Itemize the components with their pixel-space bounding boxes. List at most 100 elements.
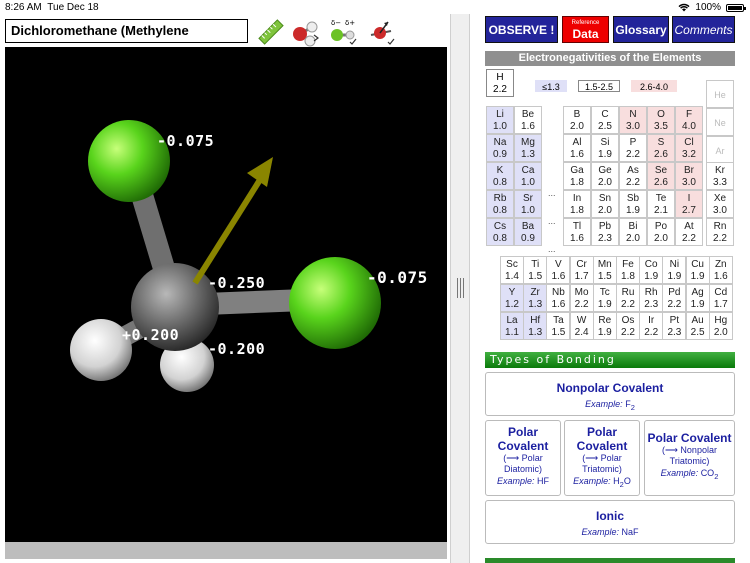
element-cell[interactable]: Kr 3.3 <box>706 162 734 190</box>
element-cell[interactable]: Ta 1.5 <box>546 312 571 340</box>
element-cell[interactable]: Zr 1.3 <box>523 284 548 312</box>
element-cell[interactable]: Si 1.9 <box>591 134 619 162</box>
element-cell[interactable]: Mo 2.2 <box>569 284 594 312</box>
element-cell[interactable]: Fe 1.8 <box>616 256 640 284</box>
element-cell[interactable]: Sn 2.0 <box>591 190 619 218</box>
element-cell[interactable]: Rb 0.8 <box>486 190 514 218</box>
element-cell[interactable]: Br 3.0 <box>675 162 703 190</box>
element-cell[interactable]: Pt 2.3 <box>662 312 687 340</box>
delta-plus-label: δ+ <box>345 19 355 27</box>
ionic-card[interactable]: Ionic Example: NaF <box>485 500 735 544</box>
element-cell[interactable]: Rh 2.3 <box>639 284 664 312</box>
pane-divider[interactable] <box>450 14 470 563</box>
element-cell[interactable]: Ag 1.9 <box>685 284 710 312</box>
element-cell[interactable]: K 0.8 <box>486 162 514 190</box>
dipole-arrow-icon[interactable] <box>366 17 396 47</box>
viewer-scrollbar[interactable] <box>5 542 447 559</box>
element-cell[interactable]: Be 1.6 <box>514 106 542 134</box>
element-cell[interactable]: Na 0.9 <box>486 134 514 162</box>
element-value: 2.2 <box>667 299 682 310</box>
element-cell[interactable]: Pb 2.3 <box>591 218 619 246</box>
element-cell[interactable]: Rn 2.2 <box>706 218 734 246</box>
element-cell[interactable]: Ga 1.8 <box>563 162 591 190</box>
element-symbol: Cl <box>684 137 694 148</box>
element-cell[interactable]: Ru 2.2 <box>616 284 640 312</box>
element-cell[interactable]: C 2.5 <box>591 106 619 134</box>
element-cell[interactable]: Ba 0.9 <box>514 218 542 246</box>
element-value: 0.9 <box>521 233 535 244</box>
element-symbol: I <box>687 193 691 204</box>
ruler-icon[interactable] <box>256 17 286 47</box>
element-cell[interactable]: Co 1.9 <box>639 256 664 284</box>
element-cell[interactable]: Pd 2.2 <box>662 284 687 312</box>
element-cell-h[interactable]: H 2.2 <box>486 69 514 97</box>
element-cell[interactable]: Ca 1.0 <box>514 162 542 190</box>
reference-data-button[interactable]: Reference Data <box>562 16 609 43</box>
element-cell[interactable]: At 2.2 <box>675 218 703 246</box>
element-cell[interactable]: Sr 1.0 <box>514 190 542 218</box>
element-cell[interactable]: Cd 1.7 <box>708 284 733 312</box>
polar-covalent-nonpolar-triatomic-card[interactable]: Polar Covalent (⟶ Nonpolar Triatomic) Ex… <box>644 420 735 496</box>
element-cell[interactable]: Cs 0.8 <box>486 218 514 246</box>
molecule-3d-viewer[interactable]: -0.075 -0.075 -0.250 +0.200 -0.200 <box>5 47 447 542</box>
element-cell[interactable]: Sc 1.4 <box>500 256 524 284</box>
polar-covalent-triatomic-card[interactable]: Polar Covalent (⟶ Polar Triatomic) Examp… <box>564 420 640 496</box>
element-cell[interactable]: Mg 1.3 <box>514 134 542 162</box>
element-cell[interactable]: N 3.0 <box>619 106 647 134</box>
glossary-button[interactable]: Glossary <box>613 16 669 43</box>
ball-stick-icon[interactable] <box>290 17 320 47</box>
element-cell[interactable]: Ge 2.0 <box>591 162 619 190</box>
observe-button[interactable]: OBSERVE ! <box>485 16 558 43</box>
element-cell[interactable]: Os 2.2 <box>616 312 640 340</box>
element-cell[interactable]: Sb 1.9 <box>619 190 647 218</box>
element-cell[interactable]: Bi 2.0 <box>619 218 647 246</box>
element-cell[interactable]: He <box>706 80 734 108</box>
element-cell[interactable]: Xe 3.0 <box>706 190 734 218</box>
element-cell[interactable]: Te 2.1 <box>647 190 675 218</box>
polar-covalent-diatomic-card[interactable]: Polar Covalent (⟶ Polar Diatomic) Exampl… <box>485 420 561 496</box>
comments-button[interactable]: Comments <box>672 16 735 43</box>
element-cell[interactable]: V 1.6 <box>546 256 571 284</box>
element-cell[interactable]: Au 2.5 <box>685 312 710 340</box>
element-cell[interactable]: La 1.1 <box>500 312 524 340</box>
element-symbol: Rb <box>493 193 507 204</box>
element-cell[interactable]: Zn 1.6 <box>708 256 733 284</box>
element-cell[interactable]: Li 1.0 <box>486 106 514 134</box>
element-cell[interactable]: S 2.6 <box>647 134 675 162</box>
element-cell[interactable]: B 2.0 <box>563 106 591 134</box>
element-cell[interactable]: Ir 2.2 <box>639 312 664 340</box>
element-cell[interactable]: Hg 2.0 <box>708 312 733 340</box>
element-cell[interactable]: Cl 3.2 <box>675 134 703 162</box>
element-cell[interactable]: W 2.4 <box>569 312 594 340</box>
element-cell[interactable]: Cu 1.9 <box>685 256 710 284</box>
element-cell[interactable]: Se 2.6 <box>647 162 675 190</box>
element-cell[interactable]: Re 1.9 <box>592 312 617 340</box>
element-cell[interactable]: P 2.2 <box>619 134 647 162</box>
battery-percent: 100% <box>695 2 721 13</box>
card-title-line2: Covalent <box>576 439 628 453</box>
element-cell[interactable]: F 4.0 <box>675 106 703 134</box>
element-cell[interactable]: Y 1.2 <box>500 284 524 312</box>
divider-grip-icon[interactable] <box>457 278 464 298</box>
element-cell[interactable]: In 1.8 <box>563 190 591 218</box>
element-value: 3.3 <box>713 177 727 188</box>
element-cell[interactable]: O 3.5 <box>647 106 675 134</box>
element-symbol: Tl <box>572 221 582 232</box>
element-value: 1.9 <box>597 327 612 338</box>
element-cell[interactable]: Ti 1.5 <box>523 256 548 284</box>
element-cell[interactable]: Ar <box>706 136 734 164</box>
partial-charge-icon[interactable]: δ− δ+ <box>328 17 358 47</box>
element-cell[interactable]: I 2.7 <box>675 190 703 218</box>
element-cell[interactable]: Tl 1.6 <box>563 218 591 246</box>
element-cell[interactable]: Tc 1.9 <box>592 284 617 312</box>
element-cell[interactable]: Al 1.6 <box>563 134 591 162</box>
element-cell[interactable]: Mn 1.5 <box>592 256 617 284</box>
element-cell[interactable]: Ni 1.9 <box>662 256 687 284</box>
element-cell[interactable]: Hf 1.3 <box>523 312 548 340</box>
element-cell[interactable]: Nb 1.6 <box>546 284 571 312</box>
element-cell[interactable]: As 2.2 <box>619 162 647 190</box>
nonpolar-covalent-card[interactable]: Nonpolar Covalent Example: F2 <box>485 372 735 416</box>
element-cell[interactable]: Po 2.0 <box>647 218 675 246</box>
element-cell[interactable]: Cr 1.7 <box>569 256 594 284</box>
element-cell[interactable]: Ne <box>706 108 734 136</box>
